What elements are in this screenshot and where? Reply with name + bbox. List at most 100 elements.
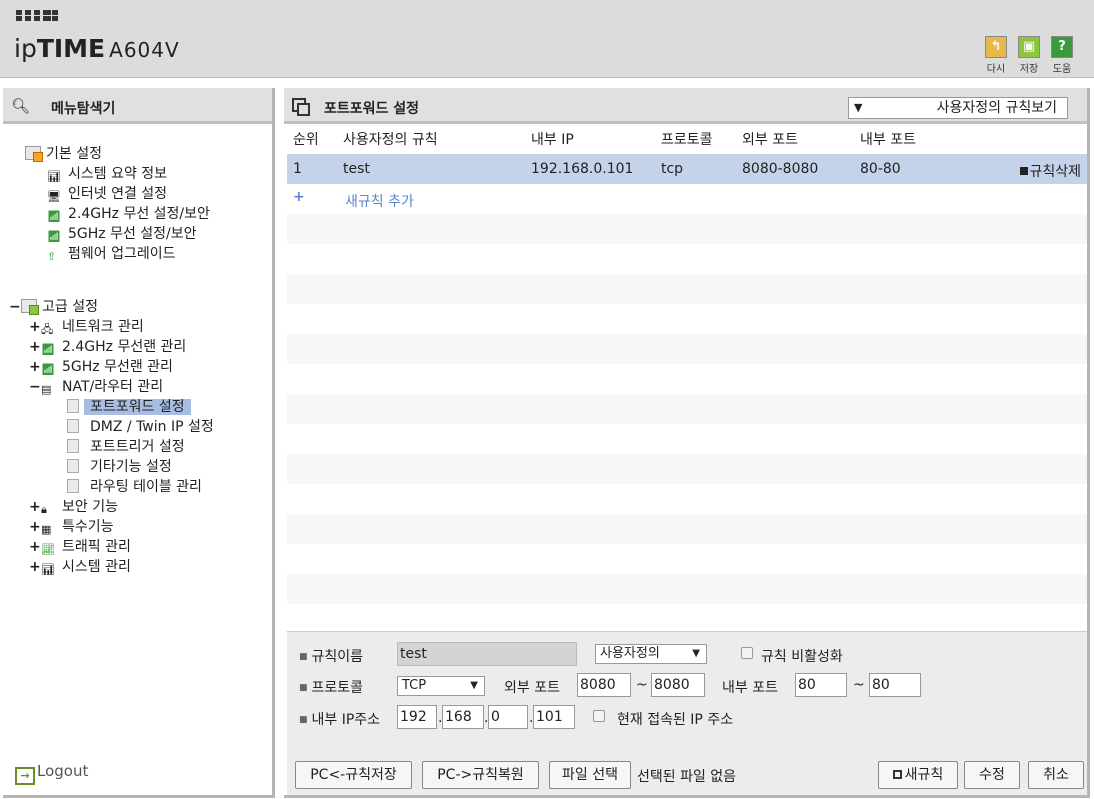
dropdown-arrow-icon: ▼: [692, 648, 700, 659]
ip-octet-3-input[interactable]: 0: [488, 705, 528, 729]
rule-name-input[interactable]: test: [397, 642, 577, 666]
current-ip-checkbox[interactable]: [593, 710, 605, 722]
tree-item-misc[interactable]: 기타기능 설정: [67, 457, 172, 477]
file-status-text: 선택된 파일 없음: [637, 769, 737, 785]
empty-row: [287, 454, 1087, 484]
empty-row: [287, 304, 1087, 334]
empty-row: [287, 574, 1087, 604]
window-icon: [292, 98, 310, 116]
tree-basic-settings[interactable]: 기본 설정: [25, 144, 102, 164]
tree-item-wifi5-setup[interactable]: 📶︎ 5GHz 무선 설정/보안: [47, 224, 197, 244]
reload-button[interactable]: ↰ 다시: [980, 36, 1012, 75]
page-icon: [67, 459, 79, 473]
empty-row: [287, 274, 1087, 304]
col-internal-ip: 내부 IP: [531, 132, 574, 148]
delete-rule-button[interactable]: 규칙삭제: [1020, 161, 1081, 181]
page-title: 포트포워드 설정: [324, 101, 420, 117]
tree-group-system[interactable]: +📊︎ 시스템 관리: [29, 557, 131, 577]
page-icon: [67, 419, 79, 433]
empty-row: [287, 214, 1087, 244]
external-port-to-input[interactable]: 8080: [651, 673, 705, 697]
wifi-icon: 📶︎: [41, 343, 55, 356]
modify-button[interactable]: 수정: [964, 761, 1020, 789]
page-icon: [67, 479, 79, 493]
tree-group-network[interactable]: +🖧 네트워크 관리: [29, 317, 144, 337]
col-rule-name: 사용자정의 규칙: [343, 132, 438, 148]
table-header: 순위 사용자정의 규칙 내부 IP 프로토콜 외부 포트 내부 포트: [287, 127, 1087, 153]
ip-octet-2-input[interactable]: 168: [442, 705, 484, 729]
bar-chart-icon: 📊︎: [41, 563, 55, 576]
cancel-button[interactable]: 취소: [1028, 761, 1084, 789]
bar-chart-icon: 📊︎: [47, 170, 61, 183]
tree-group-wlan5[interactable]: +📶︎ 5GHz 무선랜 관리: [29, 357, 173, 377]
current-ip-label: 현재 접속된 IP 주소: [617, 712, 734, 728]
empty-row: [287, 514, 1087, 544]
backup-rules-button[interactable]: PC<-규칙저장: [295, 761, 412, 789]
external-port-label: 외부 포트: [504, 680, 560, 696]
menu-explorer-panel: 🔍︎ 메뉴탐색기 기본 설정 📊︎ 시스템 요약 정보 🖥︎ 인터넷 연결 설정 📶…: [3, 88, 275, 798]
tree-item-system-summary[interactable]: 📊︎ 시스템 요약 정보: [47, 164, 167, 184]
rule-name-label: ■ 규칙이름: [299, 649, 364, 665]
tree-item-port-forward[interactable]: 포트포워드 설정: [67, 397, 191, 417]
tree-group-nat-router[interactable]: −▤ NAT/라우터 관리: [29, 377, 163, 397]
ip-octet-4-input[interactable]: 101: [533, 705, 575, 729]
upgrade-arrow-icon: ⇧: [47, 250, 57, 263]
empty-row: [287, 244, 1087, 274]
rule-view-select[interactable]: ▼ 사용자정의 규칙보기: [848, 97, 1068, 119]
save-button[interactable]: ▣ 저장: [1013, 36, 1045, 75]
file-select-button[interactable]: 파일 선택: [549, 761, 631, 789]
logout-link[interactable]: → Logout: [15, 762, 88, 785]
tree-item-internet-setup[interactable]: 🖥︎ 인터넷 연결 설정: [47, 184, 167, 204]
help-button[interactable]: ? 도움: [1046, 36, 1078, 75]
disable-rule-label: 규칙 비활성화: [761, 649, 843, 665]
protocol-select[interactable]: TCP ▼: [397, 676, 485, 696]
plus-icon: +: [293, 189, 305, 205]
empty-row: [287, 544, 1087, 574]
rule-type-select[interactable]: 사용자정의 ▼: [595, 644, 707, 664]
tree-item-dmz[interactable]: DMZ / Twin IP 설정: [67, 417, 214, 437]
new-rule-button[interactable]: 새규칙: [878, 761, 958, 789]
panel-title-bar: 포트포워드 설정 ▼ 사용자정의 규칙보기: [284, 88, 1087, 124]
tree-item-firmware[interactable]: ⇧ 펌웨어 업그레이드: [47, 244, 176, 264]
rules-table: 1 test 192.168.0.101 tcp 8080-8080 80-80…: [287, 154, 1087, 604]
external-port-from-input[interactable]: 8080: [577, 673, 631, 697]
network-icon: 🖧: [41, 323, 54, 336]
restore-rules-button[interactable]: PC->규칙복원: [422, 761, 539, 789]
tree-group-security[interactable]: +🔒︎ 보안 기능: [29, 497, 118, 517]
disable-rule-checkbox[interactable]: [741, 647, 753, 659]
rule-edit-form: ■ 규칙이름 test 사용자정의 ▼ 규칙 비활성화 ■ 프로토콜 TCP ▼ 외부 …: [287, 631, 1087, 795]
internal-port-label: 내부 포트: [722, 680, 778, 696]
wifi-icon: 📶︎: [47, 230, 61, 243]
grid-icon: ▦: [41, 523, 52, 536]
tree-group-wlan24[interactable]: +📶︎ 2.4GHz 무선랜 관리: [29, 337, 186, 357]
refresh-icon: ↰: [985, 36, 1007, 58]
add-rule-row[interactable]: + 새규칙 추가: [287, 184, 1087, 214]
help-icon: ?: [1051, 36, 1073, 58]
brand-dots-icon: [16, 10, 59, 21]
monitor-icon: 🖥︎: [47, 190, 61, 203]
minus-icon: [1020, 167, 1029, 175]
tree-group-traffic[interactable]: +📈︎ 트래픽 관리: [29, 537, 131, 557]
wifi-icon: 📶︎: [41, 363, 55, 376]
tree-group-special[interactable]: +▦ 특수기능: [29, 517, 114, 537]
plus-box-icon: [892, 770, 902, 779]
col-external-port: 외부 포트: [742, 132, 798, 148]
empty-row: [287, 334, 1087, 364]
dropdown-arrow-icon: ▼: [470, 680, 478, 691]
protocol-label: ■ 프로토콜: [299, 680, 364, 696]
tree-item-port-trigger[interactable]: 포트트리거 설정: [67, 437, 185, 457]
tree-item-wifi24-setup[interactable]: 📶︎ 2.4GHz 무선 설정/보안: [47, 204, 210, 224]
wifi-icon: 📶︎: [47, 210, 61, 223]
col-rank: 순위: [293, 132, 319, 148]
tree-item-routing-table[interactable]: 라우팅 테이블 관리: [67, 477, 202, 497]
lock-icon: 🔒︎: [41, 503, 47, 516]
folder-icon: [21, 299, 39, 315]
table-row[interactable]: 1 test 192.168.0.101 tcp 8080-8080 80-80…: [287, 154, 1087, 184]
tree-advanced-settings[interactable]: − 고급 설정: [9, 297, 98, 317]
internal-port-to-input[interactable]: 80: [869, 673, 921, 697]
internal-port-from-input[interactable]: 80: [795, 673, 847, 697]
ip-octet-1-input[interactable]: 192: [397, 705, 437, 729]
port-forward-panel: 포트포워드 설정 ▼ 사용자정의 규칙보기 순위 사용자정의 규칙 내부 IP …: [284, 88, 1090, 798]
dropdown-arrow-icon: ▼: [854, 101, 863, 114]
col-internal-port: 내부 포트: [860, 132, 916, 148]
